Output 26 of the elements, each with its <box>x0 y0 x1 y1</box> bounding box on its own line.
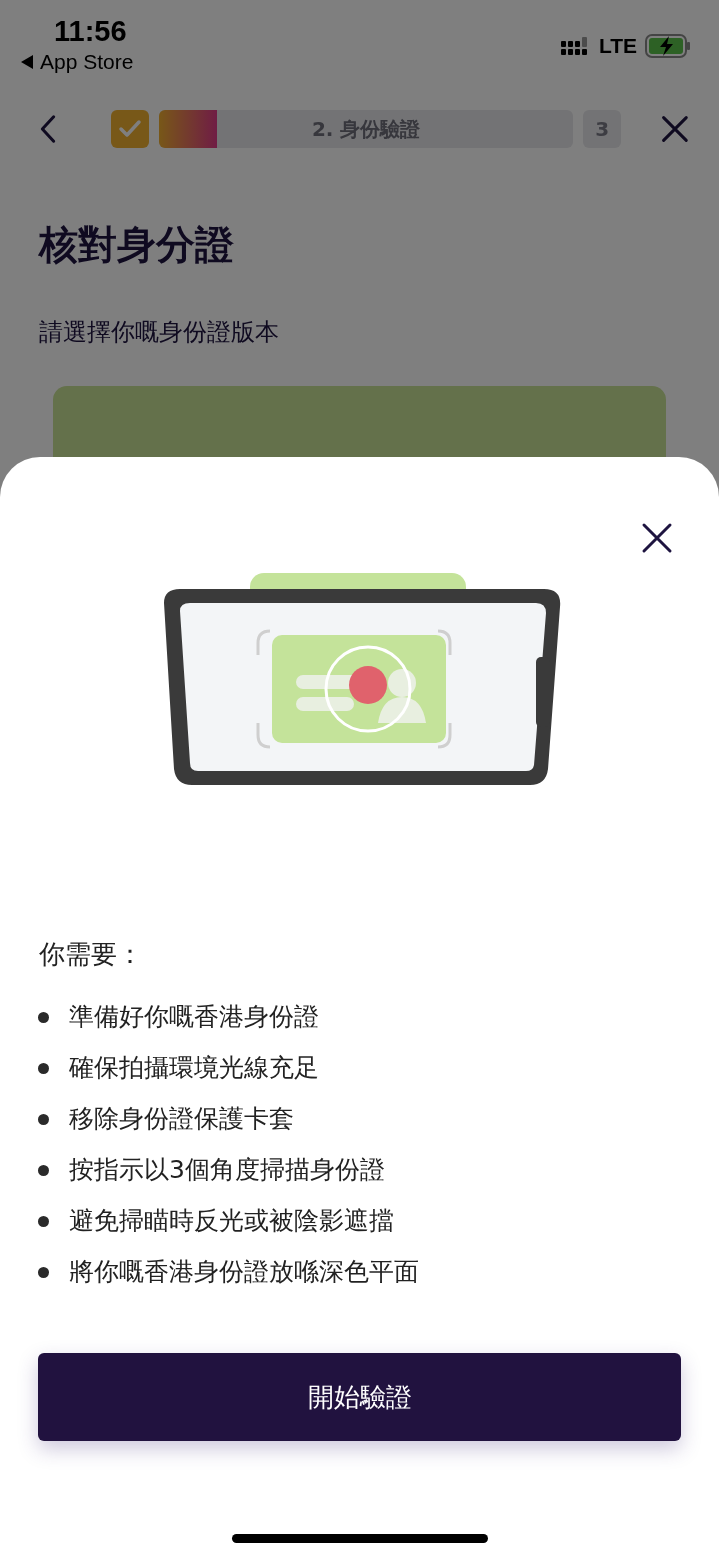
bullet-icon <box>38 1011 49 1023</box>
check-icon <box>118 119 143 139</box>
bullet-icon <box>38 1113 49 1125</box>
back-icon[interactable] <box>38 112 58 146</box>
page-subtitle: 請選擇你嘅身份證版本 <box>39 317 280 348</box>
close-icon[interactable] <box>661 113 689 145</box>
back-triangle-icon[interactable] <box>20 54 34 70</box>
battery-charging-icon <box>645 34 691 58</box>
close-button[interactable] <box>640 521 674 555</box>
start-verification-button[interactable]: 開始驗證 <box>38 1353 681 1441</box>
step-label: 2. 身份驗證 <box>311 115 421 143</box>
requirement-text: 移除身份證保護卡套 <box>69 1104 294 1134</box>
page-title: 核對身分證 <box>39 221 235 269</box>
requirement-text: 準備好你嘅香港身份證 <box>69 1002 319 1032</box>
bullet-icon <box>38 1062 49 1074</box>
bullet-icon <box>38 1215 49 1227</box>
bullet-icon <box>38 1164 49 1176</box>
requirement-text: 按指示以3個角度掃描身份證 <box>69 1155 385 1185</box>
network-label: LTE <box>598 34 637 58</box>
status-time: 11:56 <box>54 14 128 48</box>
requirement-text: 避免掃瞄時反光或被陰影遮擋 <box>69 1206 394 1236</box>
requirements-heading: 你需要： <box>39 938 144 971</box>
requirement-text: 確保拍攝環境光線充足 <box>69 1053 319 1083</box>
bullet-icon <box>38 1266 49 1278</box>
back-to-app-link[interactable]: App Store <box>40 50 134 74</box>
requirement-text: 將你嘅香港身份證放喺深色平面 <box>69 1257 419 1287</box>
